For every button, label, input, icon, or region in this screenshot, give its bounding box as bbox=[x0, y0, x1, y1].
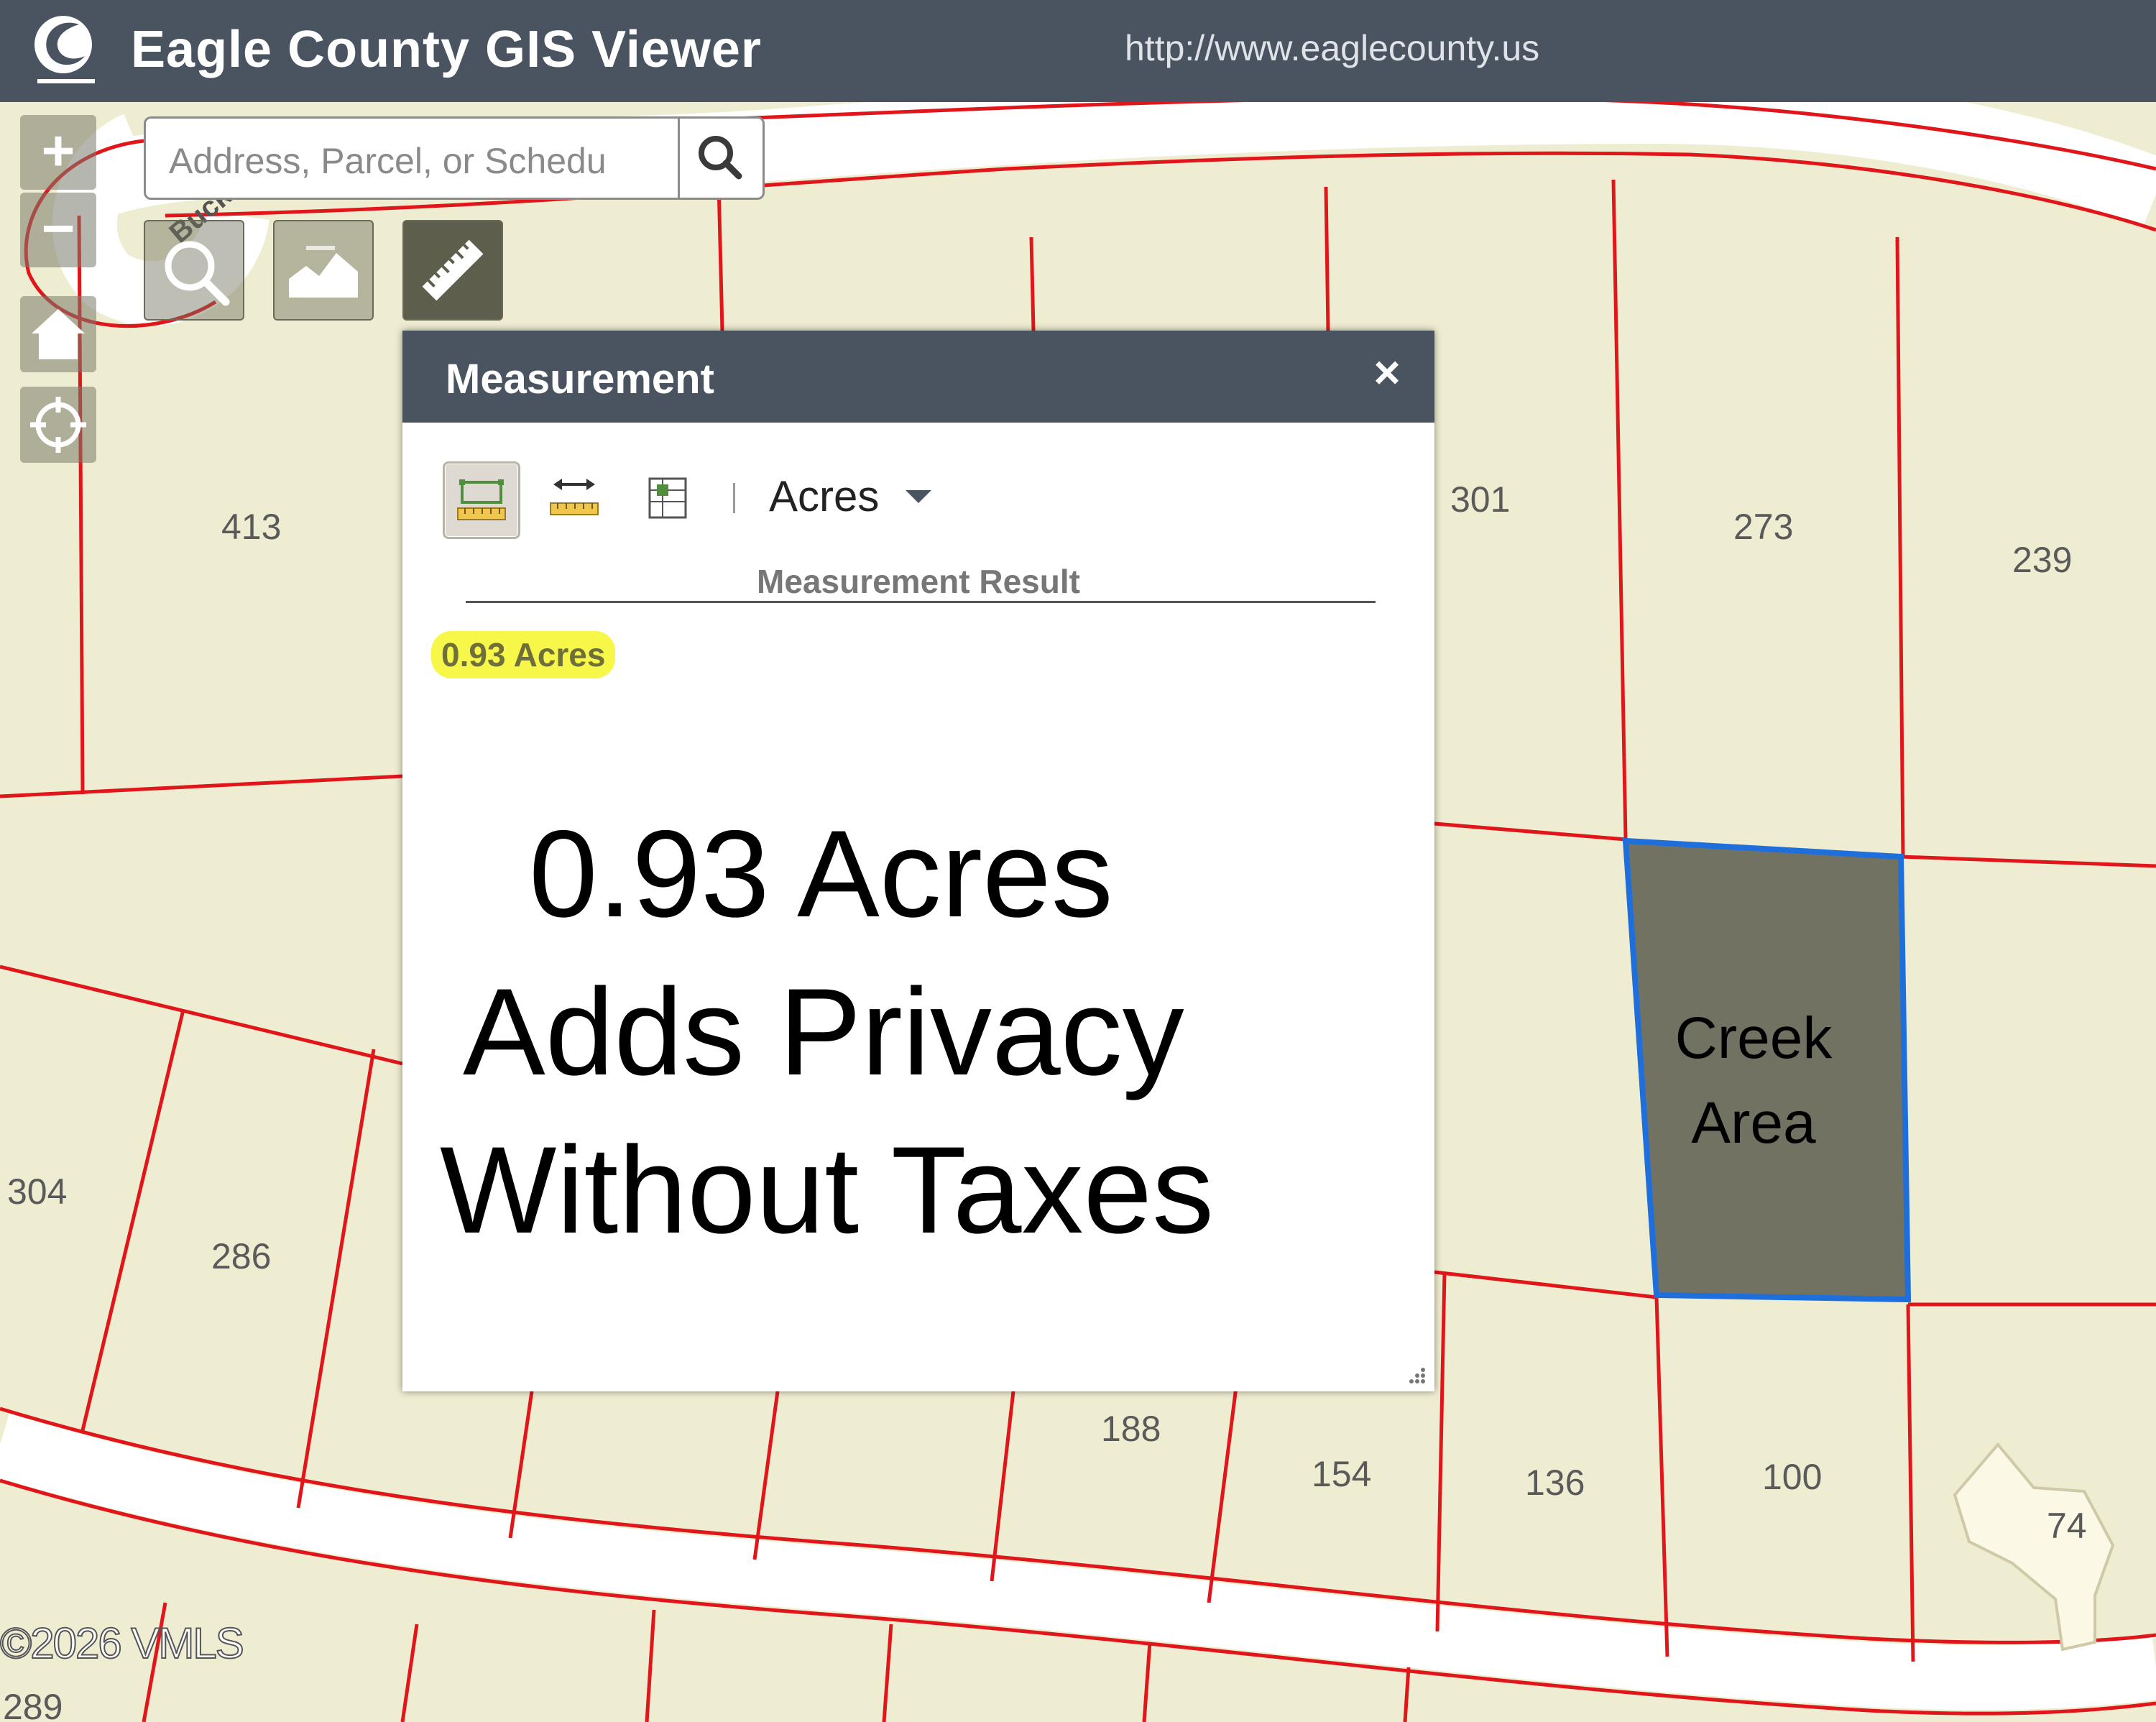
area-icon bbox=[457, 479, 506, 520]
search-tool-button[interactable] bbox=[144, 220, 244, 321]
measurement-result-label: Measurement Result bbox=[757, 563, 1080, 600]
ruler-icon bbox=[422, 239, 484, 301]
zoom-in-button[interactable]: + bbox=[20, 115, 96, 190]
creek-area-label-line2: Area bbox=[1691, 1090, 1816, 1156]
overlay-text-line1: 0.93 Acres bbox=[529, 805, 1113, 943]
search-icon bbox=[699, 136, 742, 180]
app-title: Eagle County GIS Viewer bbox=[131, 21, 762, 78]
parcel-label: 286 bbox=[211, 1236, 271, 1276]
search-box bbox=[144, 116, 680, 200]
parcel-label: 289 bbox=[3, 1687, 63, 1722]
measurement-result-value: 0.93 Acres bbox=[431, 631, 616, 678]
coordinate-grid-icon bbox=[648, 477, 687, 519]
crosshair-icon bbox=[30, 397, 86, 453]
parcel-label: 74 bbox=[2047, 1506, 2087, 1546]
panel-title: Measurement bbox=[446, 356, 714, 402]
locate-button[interactable] bbox=[20, 387, 96, 463]
search-input[interactable] bbox=[167, 139, 659, 183]
parcel-label: 304 bbox=[7, 1171, 67, 1212]
unit-dropdown[interactable]: Acres bbox=[769, 471, 879, 521]
home-button[interactable] bbox=[20, 296, 96, 372]
area-measure-button[interactable] bbox=[443, 461, 520, 539]
profile-tool-button[interactable] bbox=[273, 220, 374, 321]
parcel-label: 154 bbox=[1312, 1454, 1371, 1494]
distance-measure-button[interactable] bbox=[538, 461, 615, 539]
measurement-panel-header: Measurement × bbox=[402, 331, 1434, 423]
parcel-label: 100 bbox=[1762, 1457, 1822, 1497]
county-website-link[interactable]: http://www.eaglecounty.us bbox=[1125, 27, 1539, 69]
result-divider bbox=[466, 601, 1376, 603]
app-header: Eagle County GIS Viewer http://www.eagle… bbox=[0, 0, 2156, 102]
magnifier-icon bbox=[165, 241, 230, 306]
parcel-label: 301 bbox=[1450, 479, 1510, 520]
parcel-label: 273 bbox=[1733, 507, 1793, 547]
toolbar-separator bbox=[733, 483, 735, 513]
parcel-label: 136 bbox=[1525, 1463, 1585, 1503]
eagle-county-logo-icon bbox=[34, 16, 95, 83]
overlay-text-line2: Adds Privacy bbox=[463, 963, 1184, 1101]
overlay-text-line3: Without Taxes bbox=[440, 1121, 1215, 1259]
parcel-label: 413 bbox=[221, 507, 281, 547]
parcel-label: 239 bbox=[2012, 540, 2072, 580]
measurement-panel: Measurement × Acres Measurement Result 0… bbox=[402, 331, 1434, 1391]
creek-area-label-line1: Creek bbox=[1675, 1005, 1833, 1071]
elevation-profile-icon bbox=[289, 246, 358, 298]
resize-grip-icon[interactable] bbox=[1406, 1364, 1427, 1386]
location-measure-button[interactable] bbox=[631, 461, 709, 539]
measure-tool-button[interactable] bbox=[402, 220, 503, 321]
home-icon bbox=[32, 309, 85, 359]
zoom-out-button[interactable]: − bbox=[20, 193, 96, 267]
search-button[interactable] bbox=[680, 116, 765, 200]
distance-icon bbox=[550, 479, 599, 515]
chevron-down-icon[interactable] bbox=[906, 490, 931, 503]
copyright-watermark: ©2026 VMLS bbox=[0, 1619, 245, 1668]
parcel-label: 188 bbox=[1101, 1409, 1161, 1449]
close-button[interactable]: × bbox=[1360, 345, 1414, 400]
